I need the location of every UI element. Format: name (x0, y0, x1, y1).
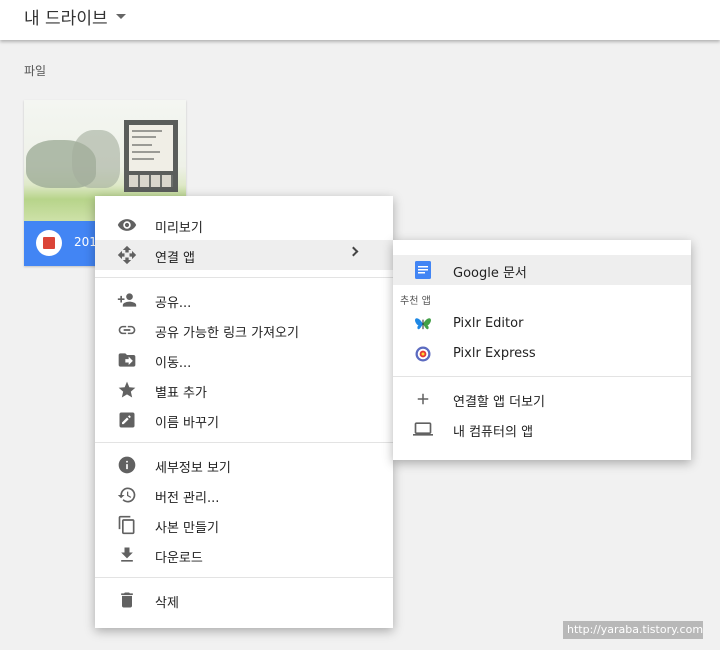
image-file-icon (36, 230, 62, 256)
submenu-pixlr-express-label: Pixlr Express (453, 346, 536, 361)
chevron-right-icon (348, 246, 359, 257)
submenu-pixlr-editor[interactable]: Pixlr Editor (393, 309, 691, 339)
history-icon (117, 485, 137, 505)
menu-versions-label: 버전 관리... (155, 491, 220, 506)
menu-open-with-label: 연결 앱 (155, 251, 196, 266)
edit-icon (117, 410, 137, 430)
info-icon (117, 455, 137, 475)
top-bar: 내 드라이브 (0, 0, 720, 40)
pixlr-express-icon (413, 344, 433, 364)
watermark: http://yaraba.tistory.com (563, 621, 703, 639)
submenu-more-apps[interactable]: 연결할 앱 더보기 (393, 384, 691, 414)
submenu-divider (393, 376, 691, 377)
pixlr-editor-icon (413, 314, 433, 334)
menu-details[interactable]: 세부정보 보기 (95, 450, 393, 480)
trash-icon (117, 590, 137, 610)
menu-download[interactable]: 다운로드 (95, 540, 393, 570)
menu-open-with[interactable]: 연결 앱 (95, 240, 393, 270)
open-with-icon (117, 245, 137, 265)
laptop-icon (413, 419, 433, 439)
menu-download-label: 다운로드 (155, 551, 203, 566)
download-icon (117, 545, 137, 565)
open-with-submenu: Google 문서 추천 앱 Pixlr Editor Pixlr Expres… (393, 240, 691, 460)
plus-icon (413, 389, 433, 409)
menu-divider (95, 442, 393, 443)
google-docs-icon (413, 260, 433, 280)
files-section-label: 파일 (24, 64, 47, 78)
menu-make-copy-label: 사본 만들기 (155, 521, 219, 536)
menu-share[interactable]: 공유... (95, 285, 393, 315)
my-drive-dropdown[interactable]: 내 드라이브 (24, 4, 126, 29)
menu-preview[interactable]: 미리보기 (95, 210, 393, 240)
menu-divider (95, 277, 393, 278)
context-menu: 미리보기 연결 앱 공유... 공유 가능한 링크 가져오기 이동... 별표 … (95, 196, 393, 628)
menu-divider (95, 577, 393, 578)
menu-move-label: 이동... (155, 356, 192, 371)
menu-get-link[interactable]: 공유 가능한 링크 가져오기 (95, 315, 393, 345)
submenu-google-docs[interactable]: Google 문서 (393, 255, 691, 285)
menu-add-star-label: 별표 추가 (155, 386, 207, 401)
submenu-google-docs-label: Google 문서 (453, 266, 527, 281)
eye-icon (117, 215, 137, 235)
recommended-apps-header: 추천 앱 (400, 296, 431, 307)
menu-preview-label: 미리보기 (155, 221, 203, 236)
move-icon (117, 350, 137, 370)
copy-icon (117, 515, 137, 535)
my-drive-title: 내 드라이브 (24, 9, 108, 29)
menu-versions[interactable]: 버전 관리... (95, 480, 393, 510)
menu-make-copy[interactable]: 사본 만들기 (95, 510, 393, 540)
menu-move[interactable]: 이동... (95, 345, 393, 375)
submenu-pixlr-editor-label: Pixlr Editor (453, 316, 524, 331)
star-icon (117, 380, 137, 400)
submenu-pixlr-express[interactable]: Pixlr Express (393, 339, 691, 369)
submenu-my-computer-label: 내 컴퓨터의 앱 (453, 425, 534, 440)
menu-details-label: 세부정보 보기 (155, 461, 231, 476)
person-add-icon (117, 290, 137, 310)
menu-rename-label: 이름 바꾸기 (155, 416, 219, 431)
caret-down-icon (115, 14, 126, 19)
menu-delete[interactable]: 삭제 (95, 585, 393, 615)
file-name: 201 (74, 235, 97, 249)
submenu-more-apps-label: 연결할 앱 더보기 (453, 395, 545, 410)
menu-share-label: 공유... (155, 296, 192, 311)
menu-get-link-label: 공유 가능한 링크 가져오기 (155, 326, 299, 341)
menu-add-star[interactable]: 별표 추가 (95, 375, 393, 405)
submenu-my-computer[interactable]: 내 컴퓨터의 앱 (393, 414, 691, 444)
menu-delete-label: 삭제 (155, 596, 179, 611)
link-icon (117, 320, 137, 340)
menu-rename[interactable]: 이름 바꾸기 (95, 405, 393, 435)
